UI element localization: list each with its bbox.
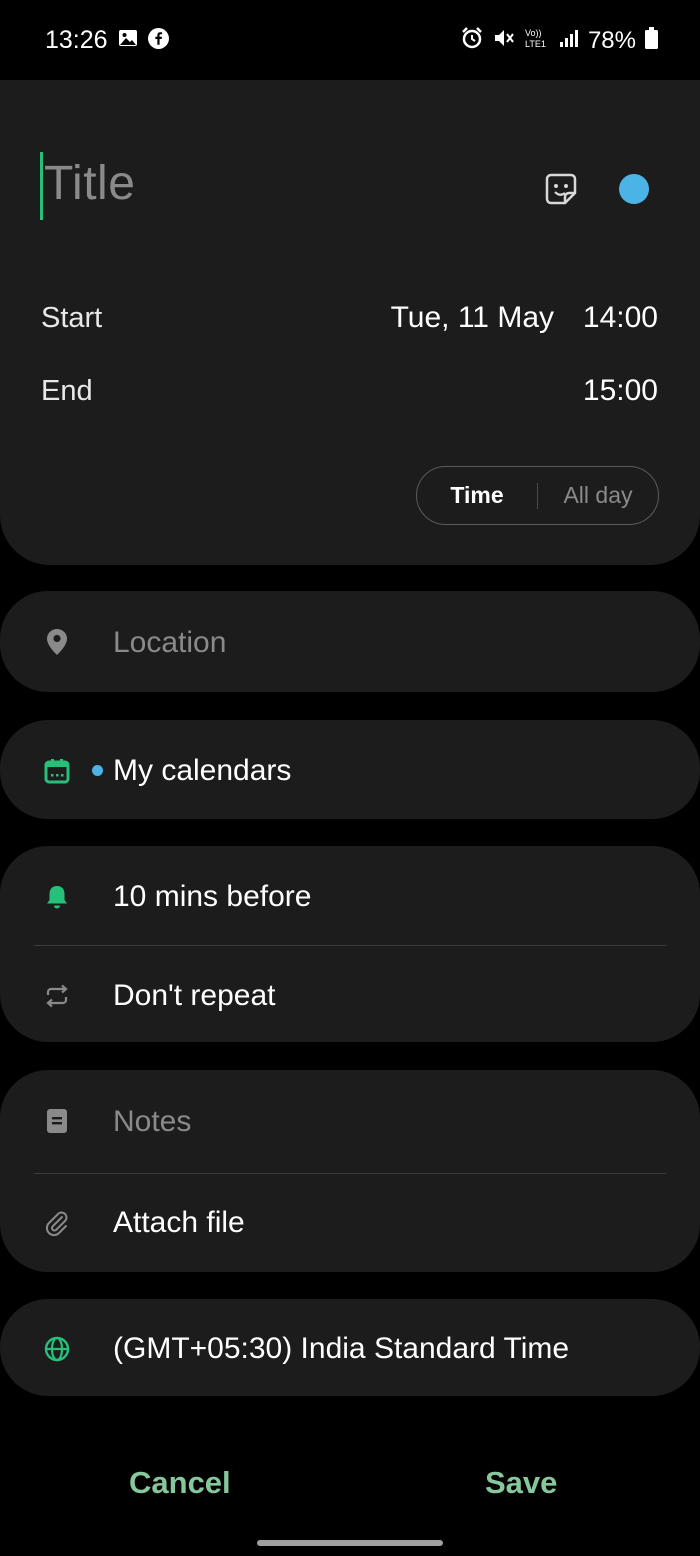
notes-icon [42,1106,72,1136]
sticker-icon[interactable] [544,172,578,206]
event-color-picker[interactable] [619,174,649,204]
reminder-selector[interactable]: 10 mins before [113,880,311,914]
start-date[interactable]: Tue, 11 May [391,301,554,335]
start-time[interactable]: 14:00 [583,301,658,335]
title-input[interactable]: Title [44,156,135,211]
allday-option[interactable]: All day [538,482,658,509]
timezone-card[interactable]: (GMT+05:30) India Standard Time [0,1299,700,1396]
status-time: 13:26 [45,26,108,54]
time-allday-toggle: Time All day [416,466,659,525]
calendar-icon [42,756,72,786]
location-pin-icon [42,627,72,657]
paperclip-icon [42,1208,72,1238]
globe-icon [42,1334,72,1364]
calendar-color-dot [92,765,103,776]
calendar-selector[interactable]: My calendars [113,754,291,788]
repeat-icon [42,981,72,1011]
svg-text:Vo)): Vo)) [525,28,542,38]
time-option[interactable]: Time [417,482,537,509]
gallery-icon [118,28,138,54]
save-button[interactable]: Save [485,1465,557,1501]
attach-file-button[interactable]: Attach file [113,1206,245,1240]
notes-attach-card: Notes Attach file [0,1070,700,1272]
end-time[interactable]: 15:00 [583,374,658,408]
battery-icon [645,27,658,54]
battery-level: 78% [587,26,636,54]
start-label: Start [41,302,103,334]
volte-icon: Vo)) LTE1 [524,27,550,54]
divider [34,1173,666,1174]
repeat-selector[interactable]: Don't repeat [113,979,276,1013]
home-indicator[interactable] [257,1540,443,1546]
facebook-icon [148,28,169,54]
location-card[interactable]: Location [0,591,700,692]
notes-input[interactable]: Notes [113,1105,191,1139]
status-bar: 13:26 Vo)) LTE1 78% [0,0,700,80]
calendar-card[interactable]: My calendars [0,720,700,819]
location-input[interactable]: Location [113,626,226,660]
end-label: End [41,375,93,407]
timezone-selector[interactable]: (GMT+05:30) India Standard Time [113,1332,569,1366]
divider [34,945,666,946]
bell-icon [42,882,72,912]
text-cursor [40,152,43,220]
cancel-button[interactable]: Cancel [129,1465,231,1501]
alarm-icon [460,26,484,55]
event-header-card: Title Start Tue, 11 May 14:00 End 15:00 … [0,80,700,565]
mute-icon [493,27,515,54]
svg-text:LTE1: LTE1 [525,39,546,49]
signal-icon [559,28,579,53]
reminder-repeat-card: 10 mins before Don't repeat [0,846,700,1042]
